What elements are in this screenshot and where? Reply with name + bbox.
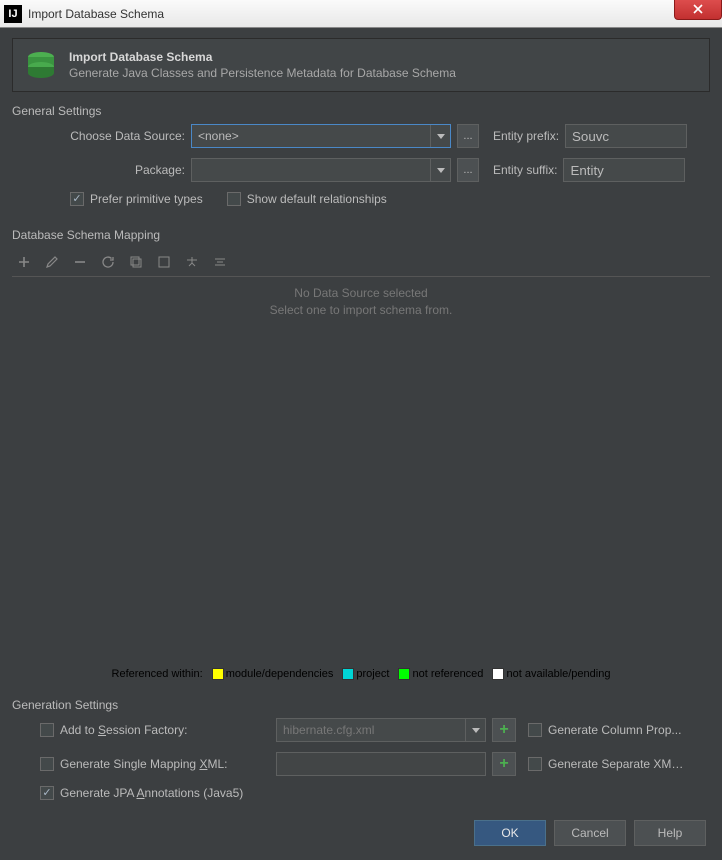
entity-prefix-label: Entity prefix: <box>493 129 559 143</box>
swatch-na <box>492 668 504 680</box>
database-import-icon <box>25 49 57 81</box>
empty-line-1: No Data Source selected <box>12 285 710 302</box>
data-source-label: Choose Data Source: <box>40 129 185 143</box>
edit-icon[interactable] <box>44 254 60 270</box>
checkbox-icon <box>70 192 84 206</box>
gen-jpa-label: Generate JPA Annotations (Java5) <box>60 786 243 800</box>
copy-icon[interactable] <box>128 254 144 270</box>
collapse-icon[interactable] <box>156 254 172 270</box>
titlebar: IJ Import Database Schema <box>0 0 722 28</box>
dialog-footer: OK Cancel Help <box>12 810 710 850</box>
gen-single-xml-label: Generate Single Mapping XML: <box>60 757 227 771</box>
generate-single-xml-checkbox[interactable]: Generate Single Mapping XML: <box>40 757 270 771</box>
chevron-down-icon[interactable] <box>430 159 450 181</box>
entity-suffix-label: Entity suffix: <box>493 163 557 177</box>
schema-mapping-label: Database Schema Mapping <box>12 228 710 242</box>
help-button[interactable]: Help <box>634 820 706 846</box>
show-default-relationships-checkbox[interactable]: Show default relationships <box>227 192 387 206</box>
data-source-browse-button[interactable]: ... <box>457 124 479 148</box>
header-panel: Import Database Schema Generate Java Cla… <box>12 38 710 92</box>
window-title: Import Database Schema <box>28 7 164 21</box>
header-title: Import Database Schema <box>69 50 456 64</box>
schema-table: No Data Source selected Select one to im… <box>12 277 710 664</box>
general-settings: Choose Data Source: <none> ... Entity pr… <box>12 124 710 216</box>
checkbox-icon <box>528 723 542 737</box>
checkbox-icon <box>528 757 542 771</box>
single-xml-input[interactable] <box>276 752 486 776</box>
ok-button[interactable]: OK <box>474 820 546 846</box>
chevron-down-icon[interactable] <box>465 719 485 741</box>
add-single-xml-button[interactable]: + <box>492 752 516 776</box>
data-source-value: <none> <box>192 129 430 143</box>
generate-jpa-annotations-checkbox[interactable]: Generate JPA Annotations (Java5) <box>40 786 243 800</box>
generate-column-properties-checkbox[interactable]: Generate Column Prop... <box>528 723 688 737</box>
data-source-combo[interactable]: <none> <box>191 124 451 148</box>
chevron-down-icon[interactable] <box>430 125 450 147</box>
collapse-all-icon[interactable] <box>212 254 228 270</box>
package-label: Package: <box>40 163 185 177</box>
package-combo[interactable] <box>191 158 451 182</box>
add-icon[interactable] <box>16 254 32 270</box>
empty-state-message: No Data Source selected Select one to im… <box>12 285 710 319</box>
remove-icon[interactable] <box>72 254 88 270</box>
checkbox-icon <box>40 786 54 800</box>
generate-separate-xml-checkbox[interactable]: Generate Separate XML... <box>528 757 688 771</box>
session-factory-combo[interactable]: hibernate.cfg.xml <box>276 718 486 742</box>
swatch-project <box>342 668 354 680</box>
package-browse-button[interactable]: ... <box>457 158 479 182</box>
entity-prefix-input[interactable] <box>565 124 687 148</box>
generation-settings: Add to Session Factory: hibernate.cfg.xm… <box>12 718 710 810</box>
window-close-button[interactable] <box>674 0 722 20</box>
legend-notref: not referenced <box>412 668 483 680</box>
app-icon: IJ <box>4 5 22 23</box>
general-settings-label: General Settings <box>12 104 710 118</box>
close-icon <box>693 4 703 14</box>
header-subtitle: Generate Java Classes and Persistence Me… <box>69 66 456 80</box>
legend-na: not available/pending <box>506 668 610 680</box>
refresh-icon[interactable] <box>100 254 116 270</box>
dialog-body: Import Database Schema Generate Java Cla… <box>0 28 722 860</box>
cancel-button[interactable]: Cancel <box>554 820 626 846</box>
add-session-factory-label: Add to Session Factory: <box>60 723 187 737</box>
expand-all-icon[interactable] <box>184 254 200 270</box>
session-factory-value: hibernate.cfg.xml <box>277 723 465 737</box>
checkbox-icon <box>40 757 54 771</box>
empty-line-2: Select one to import schema from. <box>12 302 710 319</box>
checkbox-icon <box>40 723 54 737</box>
checkbox-icon <box>227 192 241 206</box>
schema-toolbar <box>12 248 710 277</box>
swatch-module <box>212 668 224 680</box>
prefer-primitive-checkbox[interactable]: Prefer primitive types <box>70 192 203 206</box>
add-session-factory-button[interactable]: + <box>492 718 516 742</box>
legend-module: module/dependencies <box>226 668 334 680</box>
gen-separate-xml-label: Generate Separate XML... <box>548 757 688 771</box>
generation-settings-label: Generation Settings <box>12 698 710 712</box>
legend-project: project <box>356 668 389 680</box>
legend-prefix: Referenced within: <box>112 668 203 680</box>
legend: Referenced within: module/dependencies p… <box>12 664 710 686</box>
show-default-rel-label: Show default relationships <box>247 192 387 206</box>
add-session-factory-checkbox[interactable]: Add to Session Factory: <box>40 723 270 737</box>
prefer-primitive-label: Prefer primitive types <box>90 192 203 206</box>
swatch-notref <box>398 668 410 680</box>
entity-suffix-input[interactable] <box>563 158 685 182</box>
gen-col-prop-label: Generate Column Prop... <box>548 723 681 737</box>
